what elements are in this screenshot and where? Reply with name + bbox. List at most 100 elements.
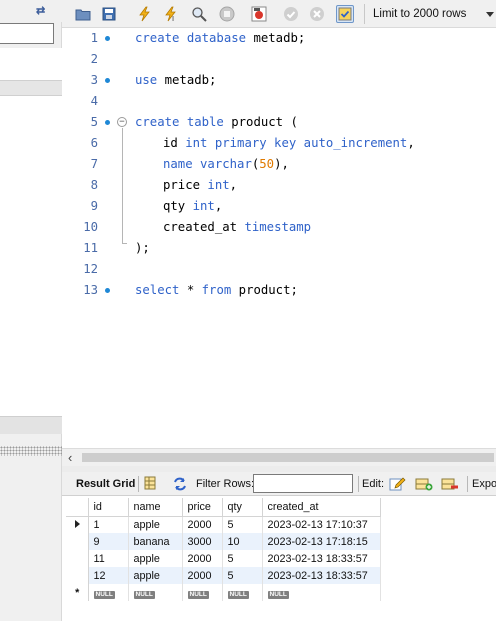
table-row[interactable]: 9 banana 3000 10 2023-02-13 17:18:15 xyxy=(66,533,381,550)
save-icon[interactable] xyxy=(100,5,118,23)
row-header[interactable] xyxy=(66,567,89,584)
cell-name-null[interactable]: NULL xyxy=(128,584,183,601)
result-toolbar: Result Grid Filter Rows: Edit: Expo xyxy=(62,472,496,496)
editor-horizontal-scrollbar[interactable]: ‹ xyxy=(62,448,496,466)
navigator-section-bar[interactable] xyxy=(0,80,62,96)
stop-icon[interactable] xyxy=(218,5,236,23)
edit-pencil-icon[interactable] xyxy=(389,476,406,492)
code-line[interactable]: 5 − create table product ( xyxy=(62,112,496,133)
toolbar-separator xyxy=(138,476,139,492)
cell-price[interactable]: 2000 xyxy=(182,550,223,567)
limit-rows-select[interactable]: Limit to 2000 rows xyxy=(364,4,494,24)
line-number: 6 xyxy=(90,136,98,150)
column-header-qty[interactable]: qty xyxy=(222,498,263,517)
code-line[interactable]: 9 qty int, xyxy=(62,196,496,217)
result-grid-tab[interactable]: Result Grid xyxy=(76,478,135,490)
grid-view-icon[interactable] xyxy=(143,476,160,492)
cell-qty[interactable]: 5 xyxy=(222,567,263,584)
scrollbar-thumb[interactable] xyxy=(82,453,494,462)
table-row[interactable]: 11 apple 2000 5 2023-02-13 18:33:57 xyxy=(66,550,381,567)
sql-editor[interactable]: 1 create database metadb; 2 3 use metadb… xyxy=(62,28,496,448)
cell-created-at[interactable]: 2023-02-13 18:33:57 xyxy=(262,567,381,584)
cell-name[interactable]: apple xyxy=(128,567,183,584)
cell-qty[interactable]: 5 xyxy=(222,516,263,533)
code-line[interactable]: 4 xyxy=(62,91,496,112)
code-line[interactable]: 7 name varchar(50), xyxy=(62,154,496,175)
table-row[interactable]: 1 apple 2000 5 2023-02-13 17:10:37 xyxy=(66,516,381,533)
scroll-left-icon[interactable]: ‹ xyxy=(68,450,72,465)
cell-id[interactable]: 11 xyxy=(88,550,129,567)
cell-qty[interactable]: 5 xyxy=(222,550,263,567)
cell-name[interactable]: banana xyxy=(128,533,183,550)
cell-id[interactable]: 12 xyxy=(88,567,129,584)
table-row[interactable]: 12 apple 2000 5 2023-02-13 18:33:57 xyxy=(66,567,381,584)
filter-rows-input[interactable] xyxy=(253,474,353,493)
chevron-down-icon xyxy=(486,12,494,17)
code-line[interactable]: 3 use metadb; xyxy=(62,70,496,91)
delete-row-icon[interactable] xyxy=(441,476,458,492)
cell-price[interactable]: 2000 xyxy=(182,567,223,584)
cell-created-at[interactable]: 2023-02-13 18:33:57 xyxy=(262,550,381,567)
open-folder-icon[interactable] xyxy=(74,5,92,23)
new-row[interactable]: * NULL NULL NULL NULL NULL xyxy=(66,584,381,601)
cell-price-null[interactable]: NULL xyxy=(182,584,223,601)
explain-icon[interactable] xyxy=(190,5,208,23)
schema-tree[interactable] xyxy=(0,48,62,80)
code-line[interactable]: 6 id int primary key auto_increment, xyxy=(62,133,496,154)
execute-icon[interactable] xyxy=(136,5,154,23)
add-row-icon[interactable] xyxy=(415,476,433,492)
fold-collapse-icon[interactable]: − xyxy=(117,117,127,127)
code-line[interactable]: 13 select * from product; xyxy=(62,280,496,301)
code-line[interactable]: 8 price int, xyxy=(62,175,496,196)
refresh-icon[interactable] xyxy=(172,476,189,492)
row-header[interactable] xyxy=(66,533,89,550)
column-header-id[interactable]: id xyxy=(88,498,129,517)
statement-marker-icon xyxy=(105,78,110,83)
cell-id[interactable]: 9 xyxy=(88,533,129,550)
code-line[interactable]: 10 created_at timestamp xyxy=(62,217,496,238)
toggle-output-icon[interactable] xyxy=(250,5,268,23)
cell-qty-null[interactable]: NULL xyxy=(222,584,263,601)
column-header-name[interactable]: name xyxy=(128,498,183,517)
autocommit-icon[interactable] xyxy=(336,5,354,23)
cell-created-at[interactable]: 2023-02-13 17:18:15 xyxy=(262,533,381,550)
new-row-marker[interactable]: * xyxy=(66,584,89,601)
cell-name[interactable]: apple xyxy=(128,550,183,567)
information-tab-bar[interactable] xyxy=(0,416,62,434)
result-table[interactable]: id name price qty created_at 1 apple 200… xyxy=(66,498,381,601)
code-text: ), xyxy=(274,157,289,171)
line-number: 5 xyxy=(90,115,98,129)
code-text: product ( xyxy=(223,115,298,129)
code-line[interactable]: 12 xyxy=(62,259,496,280)
cell-price[interactable]: 2000 xyxy=(182,516,223,533)
rollback-icon[interactable] xyxy=(308,5,326,23)
result-grid[interactable]: id name price qty created_at 1 apple 200… xyxy=(62,496,496,621)
code-keyword: create database xyxy=(135,31,247,45)
cell-id-null[interactable]: NULL xyxy=(88,584,129,601)
column-header-price[interactable]: price xyxy=(182,498,223,517)
commit-icon[interactable] xyxy=(282,5,300,23)
code-line[interactable]: 1 create database metadb; xyxy=(62,28,496,49)
schema-list-area[interactable] xyxy=(0,96,62,416)
export-label[interactable]: Expo xyxy=(472,478,496,490)
code-text: ); xyxy=(135,241,150,255)
code-line[interactable]: 2 xyxy=(62,49,496,70)
code-text: created_at xyxy=(163,220,238,234)
column-header-created-at[interactable]: created_at xyxy=(262,498,381,517)
execute-current-icon[interactable]: I xyxy=(162,5,180,23)
cell-price[interactable]: 3000 xyxy=(182,533,223,550)
cell-name[interactable]: apple xyxy=(128,516,183,533)
row-header[interactable] xyxy=(66,550,89,567)
refresh-arrows-icon[interactable]: ⇄ xyxy=(36,4,45,17)
cell-created-at-null[interactable]: NULL xyxy=(262,584,381,601)
cell-qty[interactable]: 10 xyxy=(222,533,263,550)
cell-id[interactable]: 1 xyxy=(88,516,129,533)
current-row-arrow-icon xyxy=(74,519,80,528)
schema-filter-input[interactable] xyxy=(0,23,54,44)
line-number: 11 xyxy=(83,241,98,255)
null-badge: NULL xyxy=(187,590,209,599)
panel-resize-grip[interactable] xyxy=(0,446,62,456)
cell-created-at[interactable]: 2023-02-13 17:10:37 xyxy=(262,516,381,533)
row-header[interactable] xyxy=(66,516,89,533)
code-line[interactable]: 11 ); xyxy=(62,238,496,259)
